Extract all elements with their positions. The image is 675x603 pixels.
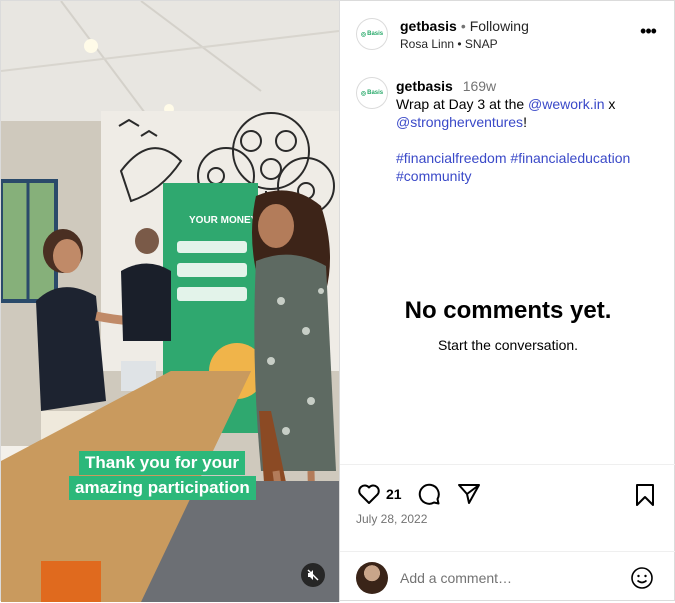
post-caption: ◎ Basis getbasis 169w Wrap at Day 3 at t…: [356, 77, 666, 185]
empty-comments: No comments yet. Start the conversation.: [340, 297, 675, 353]
paper-plane-icon: [457, 484, 480, 504]
comment-button[interactable]: [416, 481, 442, 507]
heart-icon: [358, 484, 380, 504]
current-user-avatar: [356, 561, 388, 594]
audio-attribution[interactable]: Rosa Linn • SNAP: [400, 37, 529, 51]
mention-strongherventures[interactable]: @strongherventures: [396, 114, 523, 130]
post-date[interactable]: July 28, 2022: [356, 512, 427, 526]
author-avatar[interactable]: ◎ Basis: [356, 18, 388, 50]
basis-logo-icon: ◎: [360, 31, 367, 38]
save-button[interactable]: [632, 482, 658, 508]
author-username[interactable]: getbasis: [400, 18, 457, 34]
caption-avatar[interactable]: ◎ Basis: [356, 77, 388, 109]
like-button[interactable]: [356, 481, 382, 507]
video-banner-line2: amazing participation: [69, 476, 256, 500]
smiley-icon: [631, 567, 653, 589]
caption-username[interactable]: getbasis: [396, 78, 453, 94]
add-comment-bar: Add a comment…: [340, 551, 675, 603]
emoji-button[interactable]: [630, 566, 654, 595]
empty-comments-title: No comments yet.: [404, 297, 612, 324]
post-actions: 21 July 28, 2022 Add a comment…: [340, 464, 675, 602]
share-button[interactable]: [456, 481, 482, 507]
caption-text-after: !: [523, 114, 527, 130]
more-options-icon[interactable]: •••: [638, 22, 658, 41]
post-side-panel: ◎ Basis getbasis • Following Rosa Linn •…: [339, 1, 675, 602]
mention-wework[interactable]: @wework.in: [528, 96, 604, 112]
caption-text-before: Wrap at Day 3 at the: [396, 96, 529, 112]
mute-button[interactable]: [301, 563, 325, 587]
following-button[interactable]: Following: [470, 18, 529, 34]
video-banner-line1: Thank you for your: [79, 451, 245, 475]
caption-text-mid: x: [604, 96, 616, 112]
comment-bubble-icon: [418, 483, 440, 505]
caption-timestamp[interactable]: 169w: [463, 78, 496, 94]
bookmark-icon: [636, 484, 654, 506]
separator-dot: •: [460, 17, 466, 34]
hashtag-financialfreedom[interactable]: #financialfreedom: [396, 150, 507, 166]
hashtag-community[interactable]: #community: [396, 168, 471, 184]
muted-speaker-icon: [307, 569, 319, 581]
comment-input[interactable]: Add a comment…: [400, 570, 512, 586]
hashtag-financialeducation[interactable]: #financialeducation: [510, 150, 630, 166]
post-dialog: YOUR MONEY, YOUR WAY Thank you for your …: [0, 0, 675, 602]
post-header: ◎ Basis getbasis • Following Rosa Linn •…: [340, 1, 675, 67]
empty-comments-subtitle: Start the conversation.: [437, 337, 579, 353]
basis-logo-icon: ◎: [360, 90, 367, 97]
video-frame: YOUR MONEY, YOUR WAY: [1, 1, 339, 602]
likes-count[interactable]: 21: [386, 486, 402, 502]
logo-text: Basis: [367, 31, 384, 37]
logo-text: Basis: [367, 90, 384, 96]
post-video[interactable]: YOUR MONEY, YOUR WAY Thank you for your …: [1, 1, 339, 602]
